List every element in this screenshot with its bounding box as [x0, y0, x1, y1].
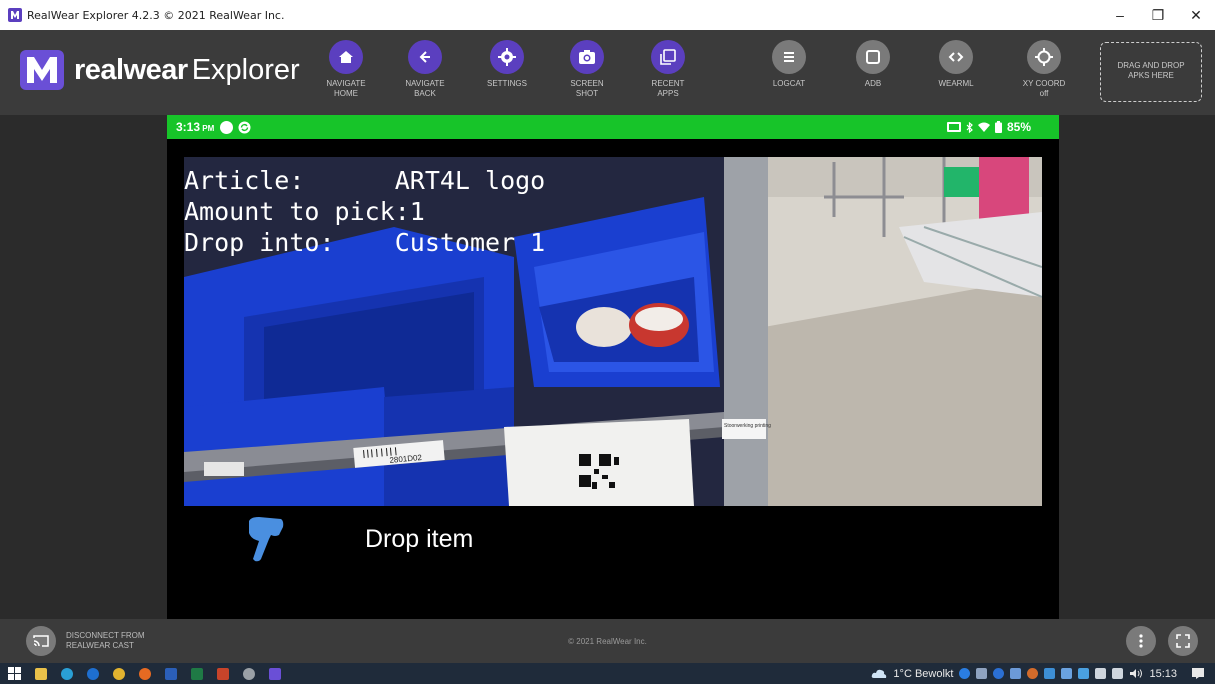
settings-button[interactable]: SETTINGS	[472, 40, 542, 89]
brand-product: Explorer	[191, 53, 300, 86]
camera-feed: 2801D02 Stoorwerking printing Article: A…	[184, 157, 1042, 506]
battery-icon	[994, 121, 1002, 133]
navigate-home-button[interactable]: NAVIGATE HOME	[311, 40, 381, 99]
bluetooth-icon	[966, 121, 973, 133]
maximize-button[interactable]: ❐	[1139, 0, 1177, 30]
windows-taskbar: 1°C Bewolkt 15:13	[0, 663, 1215, 684]
wifi-icon	[977, 122, 990, 132]
cloud-weather-icon	[872, 669, 887, 678]
explorer-footer: DISCONNECT FROM REALWEAR CAST © 2021 Rea…	[0, 619, 1215, 663]
brand-name: realwear	[74, 53, 188, 86]
scanner-gun-icon	[249, 517, 284, 562]
android-status-bar: 3:13 PM 85%	[167, 115, 1059, 139]
sync-icon	[238, 121, 251, 133]
tray-app-icon-3[interactable]	[1027, 668, 1039, 679]
adb-window-icon	[856, 40, 890, 74]
notification-center-icon[interactable]	[1191, 667, 1205, 680]
camera-icon	[570, 40, 604, 74]
tray-app-icon-5[interactable]	[1078, 668, 1090, 679]
status-time: 3:13 PM	[176, 120, 215, 134]
close-button[interactable]: ✕	[1177, 0, 1215, 30]
tray-app-icon-4[interactable]	[1061, 668, 1073, 679]
battery-percent: 85%	[1006, 120, 1031, 134]
realwear-logo: realwear Explorer	[20, 50, 300, 90]
back-arrow-icon	[408, 40, 442, 74]
drop-into-line: Drop into: Customer 1	[184, 228, 546, 257]
realwear-logo-mark	[20, 50, 64, 90]
volume-icon[interactable]	[1129, 668, 1143, 679]
window-title: RealWear Explorer 4.2.3 © 2021 RealWear …	[27, 8, 285, 22]
more-options-button[interactable]	[1126, 626, 1156, 656]
powerpoint-icon[interactable]	[217, 667, 229, 680]
logcat-button[interactable]: LOGCAT	[754, 40, 824, 89]
taskbar-clock[interactable]: 15:13	[1149, 668, 1177, 680]
file-explorer-icon[interactable]	[35, 667, 47, 680]
device-screen[interactable]: 3:13 PM 85% 2801D02 Stoorwerking printin…	[167, 115, 1059, 619]
amount-line: Amount to pick:1	[184, 197, 425, 226]
screenshot-button[interactable]: SCREEN SHOT	[552, 40, 622, 99]
system-tray: 1°C Bewolkt 15:13	[871, 663, 1205, 684]
bluetooth-tray-icon[interactable]	[959, 668, 971, 679]
weather-text[interactable]: 1°C Bewolkt	[893, 668, 953, 680]
keyboard-tray-icon[interactable]	[1095, 668, 1107, 679]
article-line: Article: ART4L logo	[184, 166, 546, 195]
edge-icon[interactable]	[61, 667, 73, 680]
instruction-row: Drop item	[245, 515, 473, 563]
logcat-icon	[772, 40, 806, 74]
fullscreen-icon	[1176, 634, 1190, 648]
windows-start-icon[interactable]	[8, 667, 21, 680]
adb-button[interactable]: ADB	[838, 40, 908, 89]
crosshair-icon	[1027, 40, 1061, 74]
xy-coord-label: XY COORD	[1022, 79, 1066, 88]
navigate-back-button[interactable]: NAVIGATE BACK	[390, 40, 460, 99]
firefox-icon[interactable]	[139, 667, 151, 680]
home-icon	[329, 40, 363, 74]
xy-coord-button[interactable]: XY COORD off	[1009, 40, 1079, 99]
pick-instructions: Article: ART4L logo Amount to pick:1 Drop …	[184, 165, 545, 258]
fullscreen-button[interactable]	[1168, 626, 1198, 656]
more-vertical-icon	[1139, 634, 1143, 648]
chrome-icon[interactable]	[113, 667, 125, 680]
realwear-taskbar-icon[interactable]	[269, 667, 281, 680]
window-title-bar: RealWear Explorer 4.2.3 © 2021 RealWear …	[0, 0, 1215, 30]
defender-tray-icon[interactable]	[1044, 668, 1056, 679]
tray-app-icon[interactable]	[976, 668, 988, 679]
explorer-toolbar: realwear Explorer NAVIGATE HOME NAVIGATE…	[0, 30, 1215, 115]
copyright-text: © 2021 RealWear Inc.	[568, 637, 647, 646]
code-brackets-icon	[939, 40, 973, 74]
wearml-button[interactable]: WEARML	[921, 40, 991, 89]
recent-apps-icon	[651, 40, 685, 74]
tray-app-icon-2[interactable]	[1010, 668, 1022, 679]
gear-icon	[490, 40, 524, 74]
network-tray-icon[interactable]	[1112, 668, 1124, 679]
cast-status-icon	[946, 121, 961, 132]
minimize-button[interactable]: –	[1101, 0, 1139, 30]
instruction-text: Drop item	[365, 524, 474, 553]
hp-tray-icon[interactable]	[993, 668, 1005, 679]
realwear-app-icon	[8, 8, 22, 22]
word-icon[interactable]	[165, 667, 177, 680]
settings-gear-icon[interactable]	[243, 667, 255, 680]
excel-icon[interactable]	[191, 667, 203, 680]
internet-explorer-icon[interactable]	[87, 667, 99, 680]
shelf-tag-text: Stoorwerking printing	[724, 423, 771, 429]
xy-coord-state: off	[1039, 89, 1049, 98]
apk-dropzone[interactable]: DRAG AND DROP APKS HERE	[1100, 42, 1202, 102]
notification-dot-icon	[220, 120, 234, 134]
recent-apps-button[interactable]: RECENT APPS	[633, 40, 703, 99]
